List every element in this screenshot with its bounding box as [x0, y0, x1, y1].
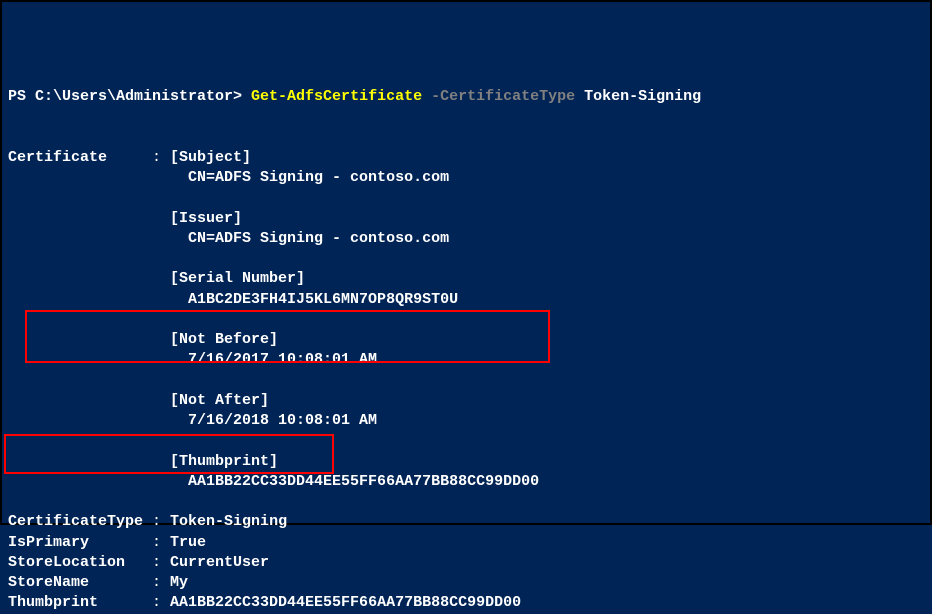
param-name: -CertificateType: [422, 88, 575, 105]
cmdlet: Get-AdfsCertificate: [251, 88, 422, 105]
not-after-header: [Not After]: [170, 392, 269, 409]
store-location-label: StoreLocation: [8, 554, 125, 571]
store-location-value: CurrentUser: [170, 554, 269, 571]
subject-header: [Subject]: [170, 149, 251, 166]
not-before-value: 7/16/2017 10:08:01 AM: [188, 351, 377, 368]
is-primary-value: True: [170, 534, 206, 551]
prompt: PS C:\Users\Administrator>: [8, 88, 251, 105]
store-name-value: My: [170, 574, 188, 591]
param-value: Token-Signing: [575, 88, 701, 105]
not-after-value: 7/16/2018 10:08:01 AM: [188, 412, 377, 429]
highlight-is-primary: [4, 434, 334, 474]
issuer-value: CN=ADFS Signing - contoso.com: [188, 230, 449, 247]
thumbprint-outer-value: AA1BB22CC33DD44EE55FF66AA77BB88CC99DD00: [170, 594, 521, 611]
not-before-header: [Not Before]: [170, 331, 278, 348]
store-name-label: StoreName: [8, 574, 89, 591]
thumbprint-label: Thumbprint: [8, 594, 98, 611]
subject-value: CN=ADFS Signing - contoso.com: [188, 169, 449, 186]
serial-header: [Serial Number]: [170, 270, 305, 287]
cert-label: Certificate: [8, 149, 107, 166]
cert-type-value: Token-Signing: [170, 513, 287, 530]
command-line[interactable]: PS C:\Users\Administrator> Get-AdfsCerti…: [8, 88, 701, 105]
thumbprint-header: [Thumbprint]: [170, 453, 278, 470]
serial-value: A1BC2DE3FH4IJ5KL6MN7OP8QR9ST0U: [188, 291, 458, 308]
thumbprint-inner-value: AA1BB22CC33DD44EE55FF66AA77BB88CC99DD00: [188, 473, 539, 490]
issuer-header: [Issuer]: [170, 210, 242, 227]
is-primary-label: IsPrimary: [8, 534, 89, 551]
cert-type-label: CertificateType: [8, 513, 143, 530]
